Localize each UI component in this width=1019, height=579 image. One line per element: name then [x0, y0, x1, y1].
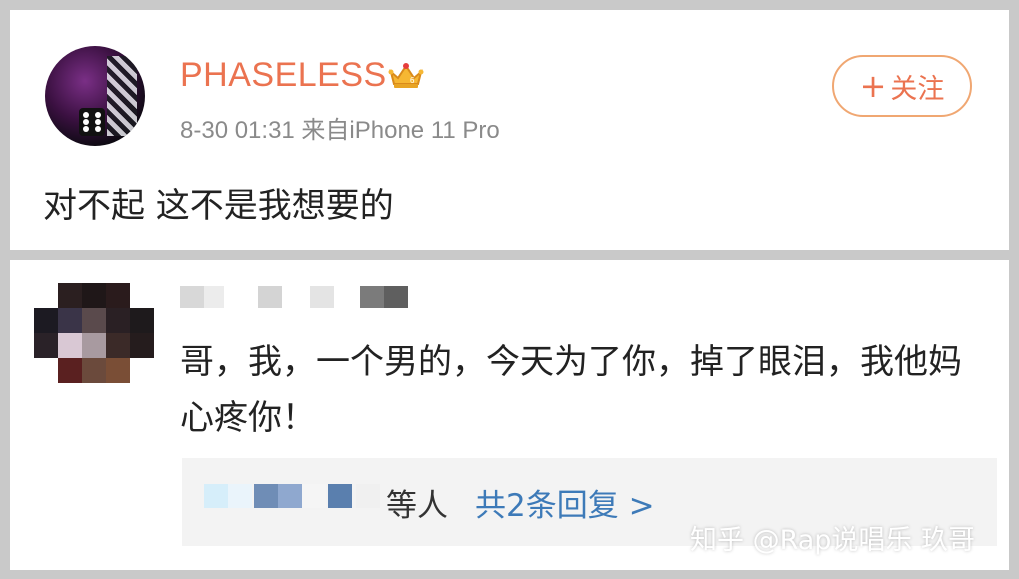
crown-icon: 6 [388, 63, 424, 88]
post-text: 对不起 这不是我想要的 [43, 186, 394, 226]
svg-text:6: 6 [410, 76, 415, 85]
avatar[interactable] [45, 46, 145, 146]
commenter-avatar[interactable] [34, 283, 154, 383]
username[interactable]: PHASELESS [180, 56, 387, 95]
plus-icon: + [859, 67, 887, 105]
follow-label: 关注 [890, 73, 945, 105]
follow-button[interactable]: + 关注 [832, 55, 972, 117]
post-card: PHASELESS 6 8-30 01:31 来自iPhone 11 Pro +… [10, 10, 1009, 250]
reply-names-suffix: 等人 [386, 488, 448, 524]
post-meta: 8-30 01:31 来自iPhone 11 Pro [180, 117, 500, 144]
avatar-dice [79, 108, 105, 136]
view-replies-link[interactable]: 共2条回复 > [475, 480, 655, 525]
comment-text: 哥，我，一个男的，今天为了你，掉了眼泪，我他妈心疼你！ [180, 342, 962, 438]
watermark: 知乎 @Rap说唱乐 玖哥 [690, 525, 976, 556]
comment-card: 哥，我，一个男的，今天为了你，掉了眼泪，我他妈心疼你！ 等人 共2条回复 > 知… [10, 260, 1009, 570]
reply-names-blurred [204, 484, 384, 510]
avatar-stripes [107, 56, 137, 136]
